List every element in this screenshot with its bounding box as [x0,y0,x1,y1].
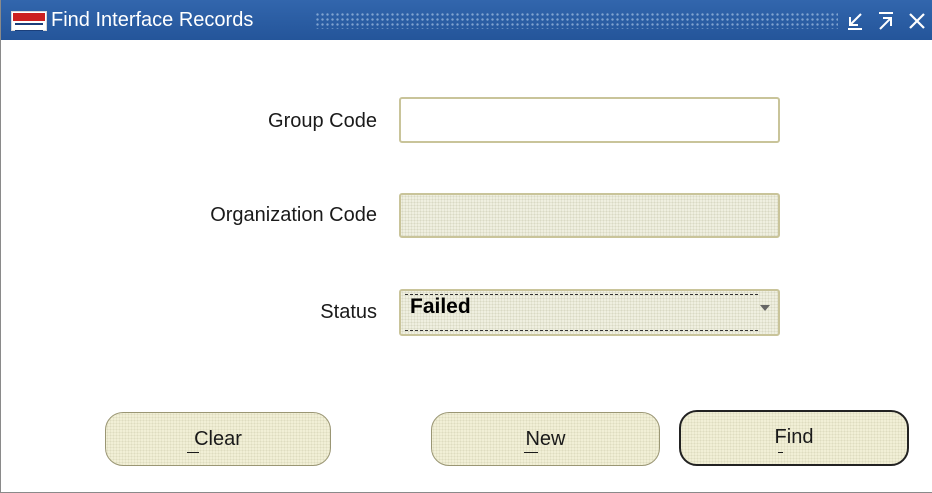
clear-button-label: Clear [194,428,242,450]
status-select[interactable]: Failed [399,289,780,336]
find-mnemonic-underline [778,452,783,453]
find-button-label: Find [774,426,814,448]
minimize-icon[interactable] [843,9,867,33]
new-mnemonic-underline [524,452,538,453]
find-button[interactable]: Find [679,410,909,466]
window-title: Find Interface Records [51,9,254,31]
new-button-label: New [525,428,566,450]
new-button[interactable]: New [431,412,660,466]
dropdown-arrow-icon[interactable] [760,305,770,311]
title-bar: Find Interface Records [1,0,932,40]
title-bar-pattern [315,12,838,29]
close-icon[interactable] [905,9,929,33]
group-code-field[interactable] [399,97,780,143]
group-code-label: Group Code [268,110,377,132]
status-label: Status [320,301,377,323]
organization-code-label: Organization Code [210,204,377,226]
maximize-icon[interactable] [874,9,898,33]
clear-button[interactable]: Clear [105,412,331,466]
clear-mnemonic-underline [187,452,199,453]
status-value: Failed [410,295,471,318]
organization-code-input[interactable] [401,195,778,236]
oracle-app-icon [11,11,47,31]
organization-code-field[interactable] [399,193,780,238]
find-interface-records-window: Find Interface Records Group Code Organi… [0,0,932,493]
group-code-input[interactable] [401,99,778,141]
